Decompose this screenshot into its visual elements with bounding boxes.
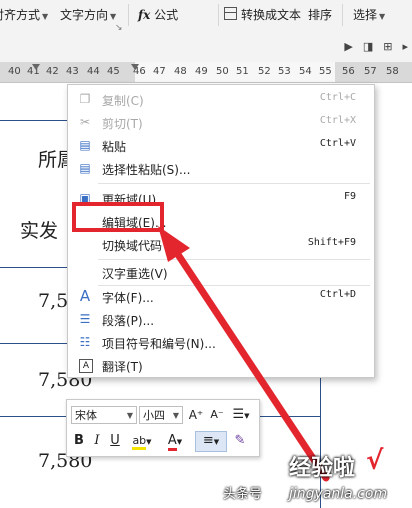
arrow-shaft <box>171 246 330 482</box>
watermark-domain: jingyanla.com <box>289 486 388 502</box>
watermark-brand: 经验啦 <box>289 456 356 481</box>
watermark-check: √ <box>366 446 384 476</box>
watermark-author: 头条号 <box>223 487 263 502</box>
annotation-arrow <box>158 226 330 482</box>
arrow-head <box>158 226 190 262</box>
